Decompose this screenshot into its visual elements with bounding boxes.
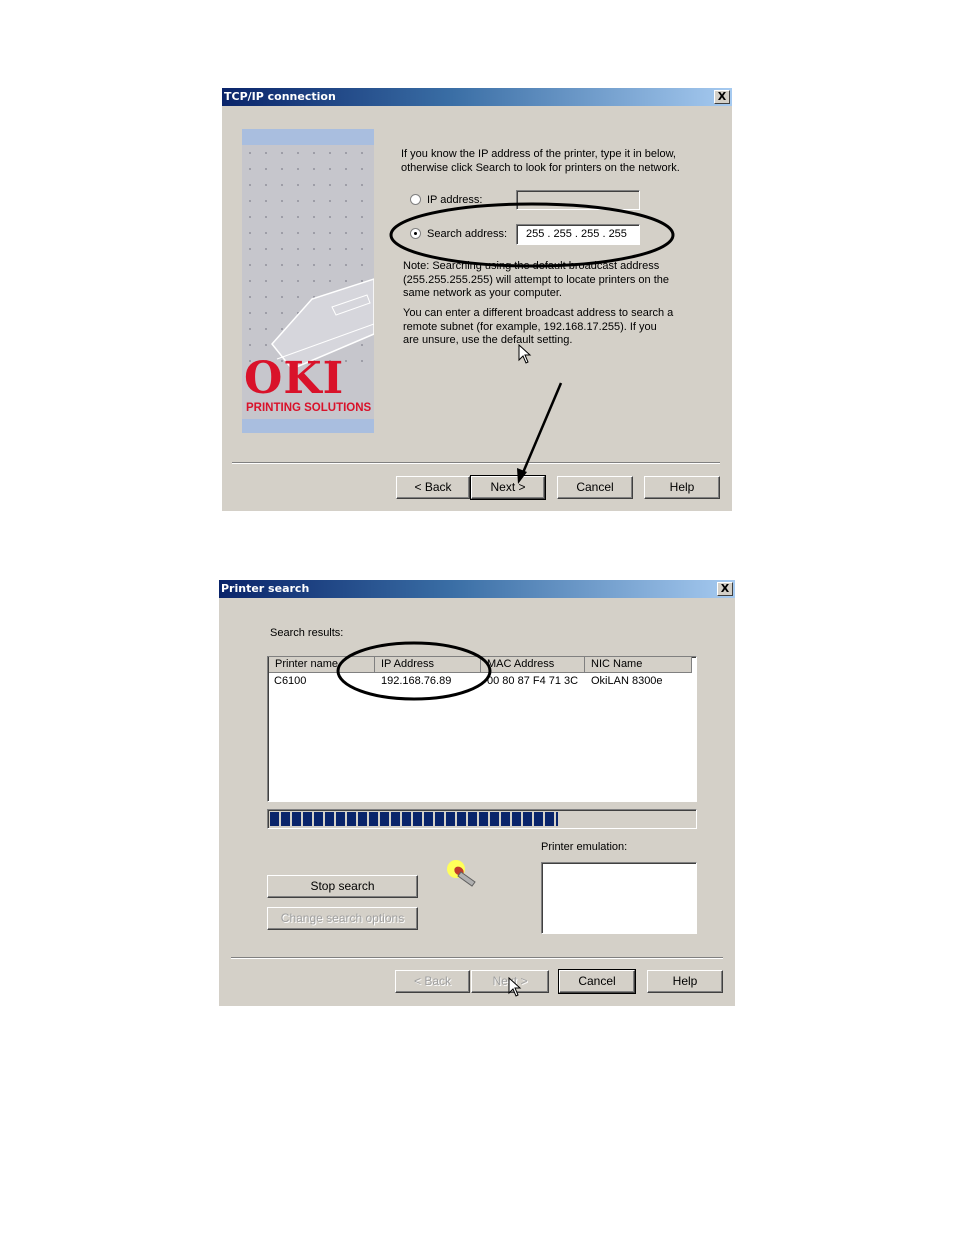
cell-nic-name: OkiLAN 8300e xyxy=(591,675,663,687)
searching-flashlight-icon xyxy=(447,860,476,887)
dialog-title: Printer search xyxy=(221,582,310,595)
column-header-mac-address[interactable]: MAC Address xyxy=(481,657,585,673)
cancel-button[interactable]: Cancel xyxy=(558,969,636,994)
close-icon: X xyxy=(720,582,730,595)
close-icon: X xyxy=(717,90,727,103)
oki-banner: OKI PRINTING SOLUTIONS xyxy=(242,129,374,433)
dialog-title: TCP/IP connection xyxy=(224,90,336,103)
intro-text: If you know the IP address of the printe… xyxy=(401,148,680,174)
close-button[interactable]: X xyxy=(714,90,730,104)
button-separator xyxy=(232,462,720,464)
back-button[interactable]: < Back xyxy=(395,970,470,993)
title-bar: Printer search X xyxy=(219,580,735,598)
cell-mac-address: 00 80 87 F4 71 3C xyxy=(487,675,579,687)
highlight-ellipse-ip xyxy=(336,641,492,701)
tcpip-dialog: TCP/IP connection X OKI PRINTING SOLUTIO… xyxy=(222,88,732,511)
help-button[interactable]: Help xyxy=(647,970,723,993)
search-progress-bar xyxy=(267,809,697,829)
mouse-cursor-icon xyxy=(508,977,522,997)
oki-tagline: PRINTING SOLUTIONS xyxy=(246,402,372,414)
title-bar: TCP/IP connection X xyxy=(222,88,732,106)
annotation-arrow-icon xyxy=(517,382,563,484)
oki-logo: OKI xyxy=(244,353,345,404)
change-search-options-button[interactable]: Change search options xyxy=(267,907,418,930)
banner-bottom-stripe xyxy=(242,419,374,433)
cell-printer-name: C6100 xyxy=(274,675,307,687)
button-separator xyxy=(231,957,723,959)
printer-emulation-label: Printer emulation: xyxy=(541,841,628,853)
close-button[interactable]: X xyxy=(717,582,733,596)
mouse-cursor-icon xyxy=(518,344,532,364)
printer-emulation-box xyxy=(541,862,697,934)
stop-search-button[interactable]: Stop search xyxy=(267,875,418,898)
note2-text: You can enter a different broadcast addr… xyxy=(403,307,674,346)
help-button[interactable]: Help xyxy=(644,476,720,499)
highlight-ellipse xyxy=(389,202,675,268)
back-button[interactable]: < Back xyxy=(396,476,470,499)
progress-fill xyxy=(270,812,559,826)
search-results-label: Search results: xyxy=(270,627,344,639)
column-header-nic-name[interactable]: NIC Name xyxy=(585,657,692,673)
